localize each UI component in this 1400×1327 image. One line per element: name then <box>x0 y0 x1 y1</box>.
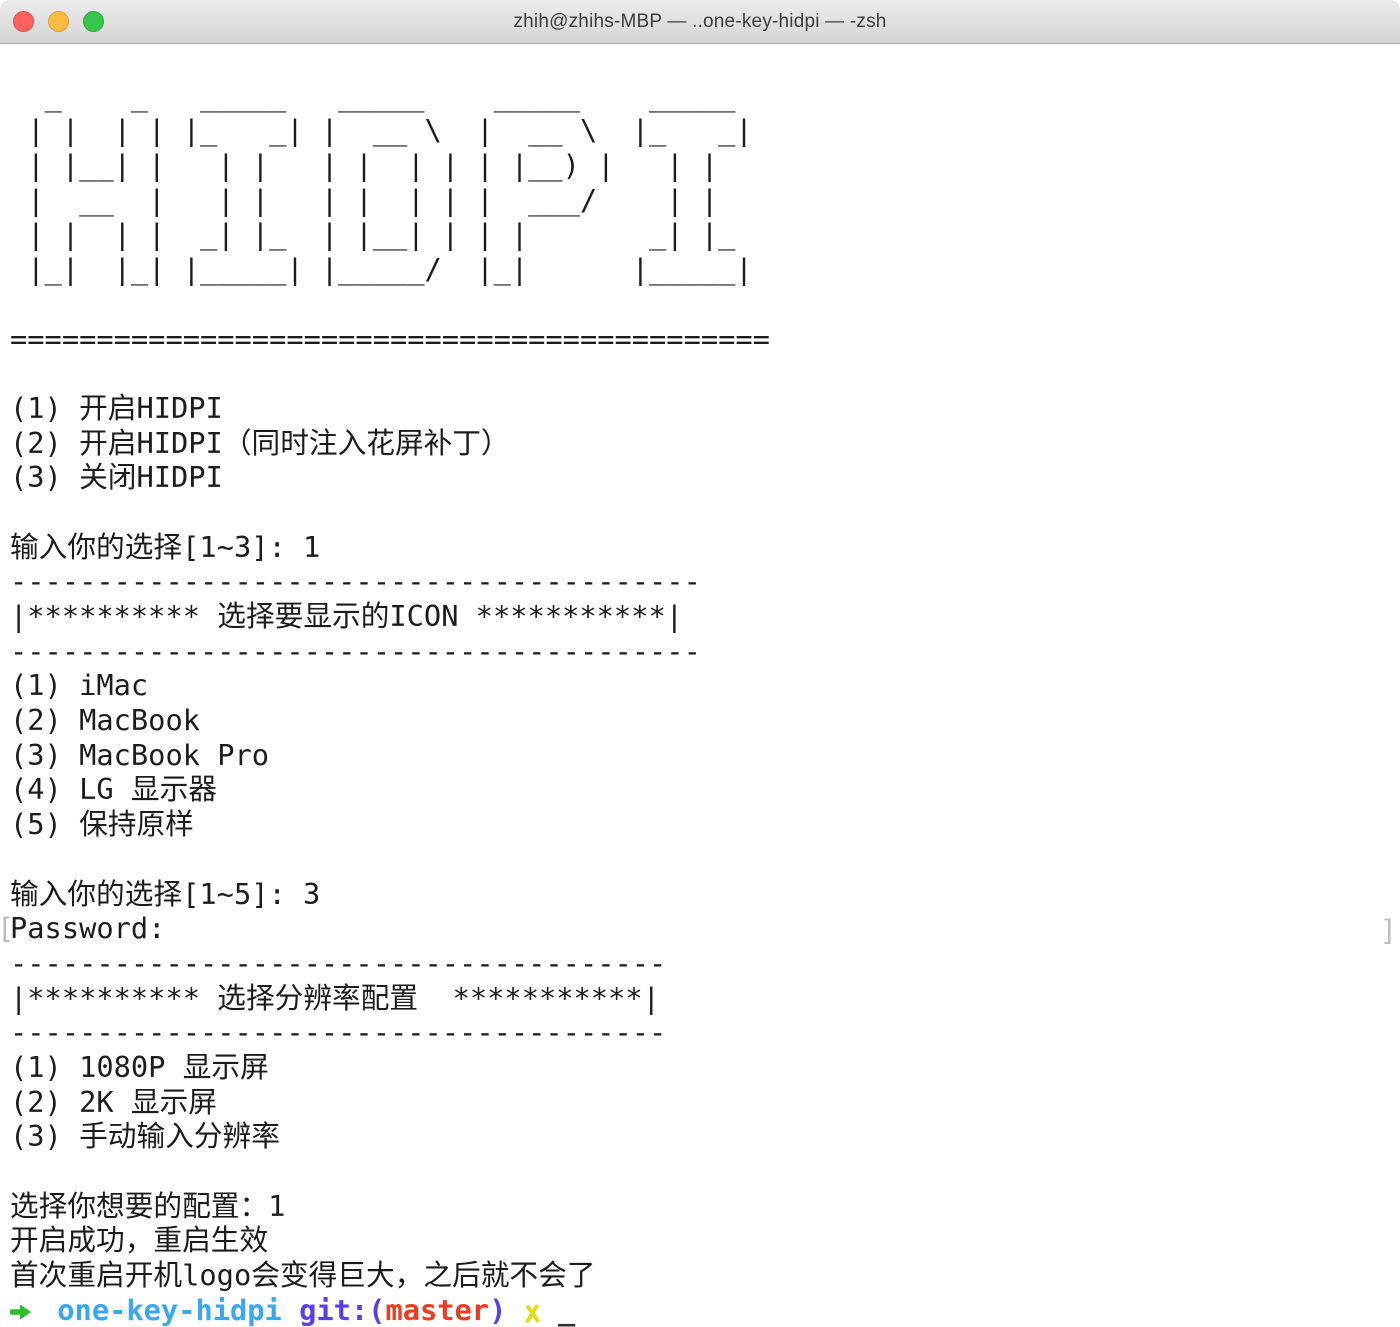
close-button[interactable] <box>13 11 34 32</box>
divider-dashes: -------------------------------------- <box>10 946 1400 981</box>
icon-option-5: (5) 保持原样 <box>10 807 1400 842</box>
terminal-cursor: _ <box>558 1293 575 1327</box>
secure-input-bracket: [ <box>0 911 14 946</box>
resolution-option-2: (2) 2K 显示屏 <box>10 1085 1400 1120</box>
icon-option-3: (3) MacBook Pro <box>10 738 1400 773</box>
resolution-option-3: (3) 手动输入分辨率 <box>10 1119 1400 1154</box>
ascii-banner-line: _ _ _____ _____ _____ _____ <box>10 79 1400 114</box>
menu-option-2: (2) 开启HIDPI（同时注入花屏补丁） <box>10 426 1400 461</box>
ascii-banner-line: | | | | _| |_ | |__| | | | _| |_ <box>10 217 1400 252</box>
shell-prompt-line: one-key-hidpi git:(master) _ <box>10 1293 1400 1327</box>
prompt-git-suffix: ) <box>489 1293 506 1327</box>
menu-option-1: (1) 开启HIDPI <box>10 391 1400 426</box>
divider-dashes: ---------------------------------------- <box>10 564 1400 599</box>
ascii-banner-line: | |__| | | | | | | | | |__) | | | <box>10 148 1400 183</box>
terminal-line <box>10 495 1400 530</box>
success-message: 开启成功，重启生效 <box>10 1223 1400 1258</box>
ascii-banner-line: |_| |_| |_____| |_____/ |_| |_____| <box>10 252 1400 287</box>
terminal-body[interactable]: _ _ _____ _____ _____ _____ | | | | |_ _… <box>0 44 1400 1327</box>
icon-option-4: (4) LG 显示器 <box>10 772 1400 807</box>
x-mark-icon <box>524 1293 541 1327</box>
divider-dashes: -------------------------------------- <box>10 1015 1400 1050</box>
secure-input-bracket: ] <box>1380 913 1397 948</box>
icon-option-2: (2) MacBook <box>10 703 1400 738</box>
notice-message: 首次重启开机logo会变得巨大，之后就不会了 <box>10 1258 1400 1293</box>
choice-prompt-2: 输入你的选择[1~5]: 3 <box>10 877 1400 912</box>
menu-option-3: (3) 关闭HIDPI <box>10 460 1400 495</box>
icon-section-header: |********** 选择要显示的ICON ***********| <box>10 599 1400 634</box>
divider-dashes: ---------------------------------------- <box>10 634 1400 669</box>
minimize-button[interactable] <box>48 11 69 32</box>
resolution-option-1: (1) 1080P 显示屏 <box>10 1050 1400 1085</box>
ascii-banner-line: | | | | |_ _| | __ \ | __ \ |_ _| <box>10 113 1400 148</box>
arrow-right-icon <box>10 1293 34 1327</box>
prompt-directory: one-key-hidpi <box>57 1293 282 1327</box>
resolution-section-header: |********** 选择分辨率配置 ***********| <box>10 981 1400 1016</box>
traffic-lights <box>13 0 104 43</box>
divider-equals: ========================================… <box>10 322 1400 357</box>
terminal-window: zhih@zhihs-MBP — ..one-key-hidpi — -zsh … <box>0 0 1400 1327</box>
terminal-line <box>10 356 1400 391</box>
terminal-line <box>10 842 1400 877</box>
zoom-button[interactable] <box>83 11 104 32</box>
prompt-git-prefix: git:( <box>299 1293 385 1327</box>
password-prompt: Password:[] <box>10 911 1400 946</box>
prompt-git-branch: master <box>385 1293 489 1327</box>
ascii-banner-line: | __ | | | | | | | | ___/ | | <box>10 183 1400 218</box>
terminal-line <box>10 287 1400 322</box>
terminal-line <box>10 44 1400 79</box>
window-title: zhih@zhihs-MBP — ..one-key-hidpi — -zsh <box>513 11 886 33</box>
window-titlebar[interactable]: zhih@zhihs-MBP — ..one-key-hidpi — -zsh <box>0 0 1400 44</box>
icon-option-1: (1) iMac <box>10 668 1400 703</box>
choice-prompt-1: 输入你的选择[1~3]: 1 <box>10 530 1400 565</box>
terminal-line <box>10 1154 1400 1189</box>
config-choice: 选择你想要的配置：1 <box>10 1189 1400 1224</box>
